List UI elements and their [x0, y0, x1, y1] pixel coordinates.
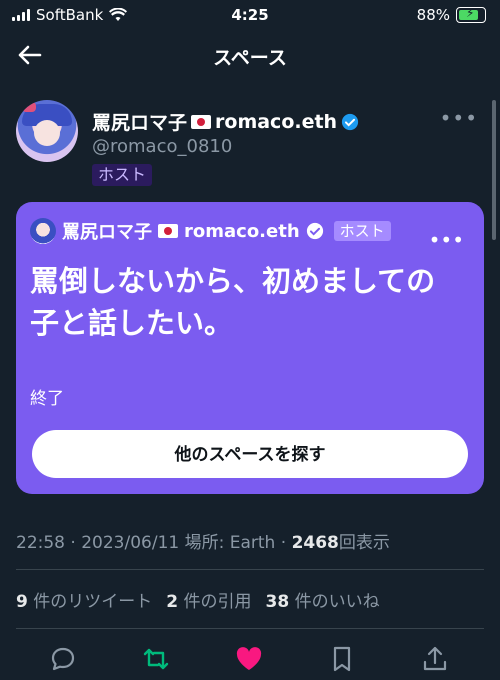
verified-badge-icon: [306, 222, 323, 240]
host-badge: ホスト: [333, 221, 391, 241]
tweet-meta: 22:58 · 2023/06/11 場所: Earth · 2468回表示: [16, 533, 390, 553]
page-title: スペース: [213, 47, 287, 69]
action-bar: [0, 640, 500, 680]
host-avatar: [30, 218, 56, 244]
retweets-label: 件のリツイート: [33, 592, 153, 612]
tweet-date[interactable]: 2023/06/11: [81, 533, 179, 553]
author-name[interactable]: 罵尻ロマ子 romaco.eth: [92, 108, 359, 135]
battery-percent: 88%: [416, 6, 450, 24]
japan-flag-icon: [158, 224, 178, 238]
status-bar-right: 88% ⚡: [417, 6, 486, 24]
quotes-label: 件の引用: [183, 592, 252, 612]
likes-count: 38: [265, 592, 290, 612]
host-name-suffix: romaco.eth: [184, 220, 300, 242]
likes-stat[interactable]: 38 件のいいね: [266, 587, 380, 612]
space-status: 終了: [30, 389, 64, 409]
share-icon[interactable]: [420, 644, 450, 674]
space-card-host: 罵尻ロマ子 romaco.eth ホスト: [30, 218, 391, 244]
space-card[interactable]: 罵尻ロマ子 romaco.eth ホスト ••• 罵倒しないから、初めましての子…: [16, 202, 484, 494]
author-handle[interactable]: @romaco_0810: [92, 136, 232, 157]
quotes-stat[interactable]: 2 件の引用: [166, 587, 251, 612]
quotes-count: 2: [166, 592, 179, 612]
views-count: 2468: [291, 533, 339, 553]
retweets-count: 9: [16, 592, 28, 612]
scrollbar[interactable]: [492, 100, 496, 240]
status-bar: SoftBank 4:25 88% ⚡: [0, 0, 500, 30]
heart-icon[interactable]: [234, 644, 264, 674]
avatar[interactable]: [16, 100, 78, 162]
divider: [16, 628, 484, 629]
bookmark-icon[interactable]: [327, 644, 357, 674]
space-title: 罵倒しないから、初めましての子と話したい。: [30, 264, 436, 341]
likes-label: 件のいいね: [294, 592, 380, 612]
tweet-location: 場所: Earth: [184, 533, 276, 553]
display-name: 罵尻ロマ子: [92, 112, 188, 134]
display-name-suffix: romaco.eth: [215, 110, 338, 133]
reply-icon[interactable]: [48, 644, 78, 674]
retweet-icon[interactable]: [141, 644, 171, 674]
views-label: 回表示: [338, 533, 390, 553]
battery-icon: ⚡: [456, 6, 486, 23]
japan-flag-icon: [191, 114, 212, 129]
explore-spaces-button[interactable]: 他のスペースを探す: [32, 430, 468, 478]
space-more-icon[interactable]: •••: [429, 228, 464, 252]
host-name: 罵尻ロマ子: [62, 222, 152, 243]
more-options-icon[interactable]: •••: [440, 106, 478, 130]
divider: [16, 569, 484, 570]
role-badge: ホスト: [92, 164, 153, 186]
top-bar: スペース: [0, 34, 500, 78]
verified-badge-icon: [341, 113, 359, 130]
retweets-stat[interactable]: 9 件のリツイート: [16, 587, 152, 612]
author-header: 罵尻ロマ子 romaco.eth @romaco_0810 ホスト •••: [16, 100, 486, 190]
tweet-time[interactable]: 22:58: [16, 533, 65, 553]
engagement-stats: 9 件のリツイート 2 件の引用 38 件のいいね: [16, 587, 380, 612]
